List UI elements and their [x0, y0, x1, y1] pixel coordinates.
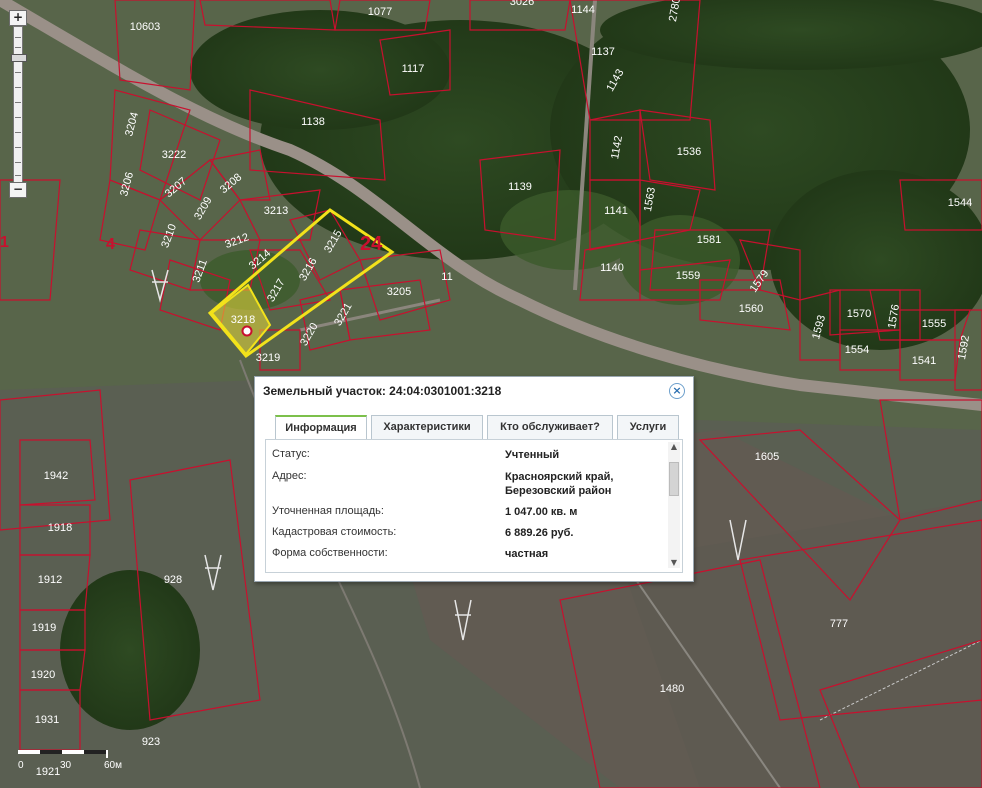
tab-services[interactable]: Услуги — [617, 415, 679, 439]
parcel-label-1536[interactable]: 1536 — [677, 146, 701, 158]
parcel-label-1555[interactable]: 1555 — [922, 318, 946, 330]
parcel-label-11[interactable]: 11 — [441, 271, 452, 283]
cadastral-value-label: Кадастровая стоимость: — [272, 526, 397, 538]
scale-label-60: 60м — [104, 760, 122, 771]
area-label: Уточненная площадь: — [272, 505, 384, 517]
parcel-label-1140[interactable]: 1140 — [600, 262, 624, 274]
parcel-label-1117[interactable]: 1117 — [402, 63, 425, 75]
scale-label-0: 0 — [18, 760, 24, 771]
parcel-label-1942[interactable]: 1942 — [44, 470, 68, 482]
parcel-label-1919[interactable]: 1919 — [32, 622, 56, 634]
parcel-label-1141[interactable]: 1141 — [604, 205, 628, 217]
zoom-in-button[interactable]: + — [9, 10, 27, 26]
parcel-marker-icon[interactable] — [241, 325, 253, 337]
scroll-down-icon[interactable]: ▼ — [668, 558, 680, 568]
parcel-label-1139[interactable]: 1139 — [508, 181, 532, 193]
status-label: Статус: — [272, 448, 310, 460]
parcel-label-3218[interactable]: 3218 — [231, 314, 255, 326]
parcel-label-777[interactable]: 777 — [830, 618, 848, 630]
address-label: Адрес: — [272, 470, 307, 482]
tab-who-serves[interactable]: Кто обслуживает? — [487, 415, 613, 439]
parcel-label-923[interactable]: 923 — [142, 736, 160, 748]
parcel-label-1931[interactable]: 1931 — [35, 714, 59, 726]
scale-bar: 0 30 60м — [18, 750, 122, 780]
popup-title: Земельный участок: 24:04:0301001:3218 — [263, 384, 502, 398]
zoom-slider[interactable] — [11, 26, 27, 186]
parcel-label-3219[interactable]: 3219 — [256, 352, 280, 364]
parcel-label-1480[interactable]: 1480 — [660, 683, 684, 695]
info-scrollbar[interactable]: ▲ ▼ — [668, 442, 680, 568]
parcel-label-10603[interactable]: 10603 — [130, 21, 161, 33]
scrollbar-thumb[interactable] — [669, 462, 679, 496]
info-panel: Статус: Учтенный Адрес: Красноярский кра… — [265, 439, 683, 573]
parcel-label-1544[interactable]: 1544 — [948, 197, 972, 209]
parcel-label-1554[interactable]: 1554 — [845, 344, 869, 356]
status-value: Учтенный — [505, 449, 560, 461]
parcel-label-1559[interactable]: 1559 — [676, 270, 700, 282]
scale-label-30: 30 — [60, 760, 72, 771]
scroll-up-icon[interactable]: ▲ — [668, 442, 680, 452]
parcel-label-1144[interactable]: 1144 — [571, 4, 595, 16]
area-value: 1 047.00 кв. м — [505, 506, 578, 518]
block-label-1: 1 — [0, 234, 9, 251]
parcel-label-3205[interactable]: 3205 — [387, 286, 411, 298]
parcel-label-1138[interactable]: 1138 — [301, 116, 325, 128]
tab-characteristics[interactable]: Характеристики — [371, 415, 483, 439]
parcel-label-3222[interactable]: 3222 — [162, 149, 186, 161]
close-icon[interactable]: × — [669, 383, 685, 399]
parcel-label-1912[interactable]: 1912 — [38, 574, 62, 586]
parcel-label-1077[interactable]: 1077 — [368, 6, 392, 18]
zoom-control: + − — [9, 10, 27, 198]
block-label-24: 24 — [360, 233, 383, 255]
address-value-line2: Березовский район — [505, 485, 612, 497]
parcel-label-3026[interactable]: 3026 — [510, 0, 534, 8]
parcel-label-1560[interactable]: 1560 — [739, 303, 763, 315]
parcel-label-1137[interactable]: 1137 — [591, 46, 615, 58]
address-value-line1: Красноярский край, — [505, 471, 614, 483]
cadastral-value: 6 889.26 руб. — [505, 527, 574, 539]
parcel-label-1541[interactable]: 1541 — [912, 355, 936, 367]
ownership-label: Форма собственности: — [272, 547, 388, 559]
block-label-4: 4 — [106, 236, 115, 253]
parcel-label-1605[interactable]: 1605 — [755, 451, 779, 463]
tab-information[interactable]: Информация — [275, 415, 367, 441]
parcel-label-1920[interactable]: 1920 — [31, 669, 55, 681]
parcel-label-1581[interactable]: 1581 — [697, 234, 721, 246]
parcel-info-popup: Земельный участок: 24:04:0301001:3218 × … — [254, 376, 694, 582]
parcel-label-1918[interactable]: 1918 — [48, 522, 72, 534]
parcel-label-3213[interactable]: 3213 — [264, 205, 288, 217]
parcel-label-1570[interactable]: 1570 — [847, 308, 871, 320]
ownership-value: частная — [505, 548, 549, 560]
zoom-slider-handle[interactable] — [11, 54, 27, 62]
parcel-label-928[interactable]: 928 — [164, 574, 182, 586]
zoom-out-button[interactable]: − — [9, 182, 27, 198]
